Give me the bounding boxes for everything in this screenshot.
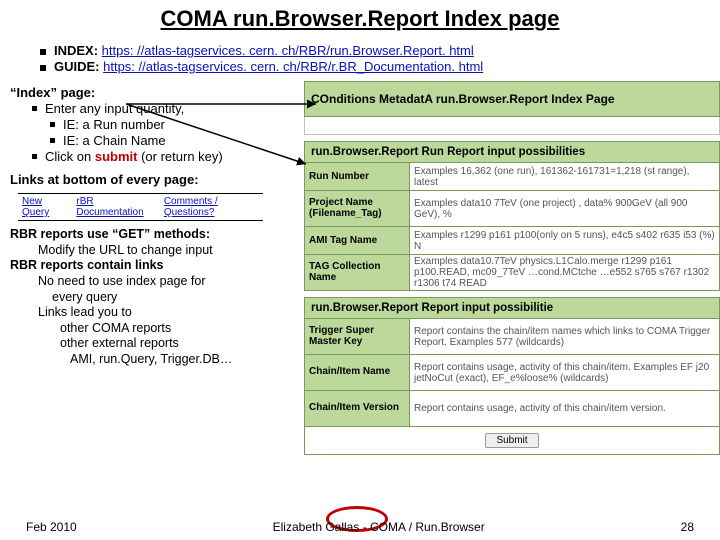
click-prefix: Click on [45,149,95,164]
panel-sub-blank [304,117,720,135]
click-suffix: (or return key) [137,149,222,164]
bullet-icon [32,106,37,111]
rbrlinks-l6: other external reports [10,336,294,352]
index-row: INDEX: https: //atlas-tagservices. cern.… [40,43,690,58]
rbrlinks-l2: No need to use index page for [10,274,294,290]
rbrlinks-l5: other COMA reports [10,321,294,337]
label-chain-version: Chain/Item Version [305,391,410,426]
bullet-icon [50,122,55,127]
footer-page-number: 28 [681,520,694,534]
row-ami-tag: AMI Tag Name Examples r1299 p161 p100(on… [304,227,720,255]
left-column: “Index” page: Enter any input quantity, … [0,81,300,455]
links-doc[interactable]: rBR Documentation [76,196,153,218]
row-project-name: Project Name (Filename_Tag) Examples dat… [304,191,720,227]
slide-title: COMA run.Browser.Report Index page [0,0,720,40]
val-chain-name[interactable]: Report contains usage, act​ivity of this… [410,355,719,390]
ie-chain-row: IE: a Chain Name [10,133,294,148]
label-project-name: Project Name (Filename_Tag) [305,191,410,226]
guide-link[interactable]: https: //atlas-tagservices. cern. ch/RBR… [103,59,483,74]
val-ami-tag[interactable]: Examples r1299 p161 p100(only on 5 runs)… [410,227,719,254]
panel-title: COnditions MetadatA run.Browser.Report I… [304,81,720,117]
rbrget-l2: Modify the URL to change input [10,243,294,259]
bullet-icon [40,65,46,71]
label-tag-collection: TAG Collection Name [305,255,410,290]
links-comments[interactable]: Comments / Questions? [164,196,259,218]
index-heading: “Index” page: [10,85,294,100]
rbrlinks-l7: AMI, run.Query, Trigger.DB… [10,352,294,368]
notes-block: RBR reports use “GET” methods: Modify th… [10,227,294,368]
val-smk[interactable]: Report contains the chain/item names whi… [410,319,719,354]
submit-wrap: Submit [304,427,720,455]
rbrlinks-h: RBR reports contain links [10,258,294,274]
guide-label: GUIDE: [54,59,103,74]
bullet-icon [50,138,55,143]
label-chain-name: Chain/Item Name [305,355,410,390]
val-project-name[interactable]: Examples data10 7TeV (one project) , dat… [410,191,719,226]
row-tag-collection: TAG Collection Name Examples data10.7TeV… [304,255,720,291]
chain-report-header: run.Browser.Report Report input possibil… [304,297,720,319]
right-column: COnditions MetadatA run.Browser.Report I… [300,81,720,455]
val-chain-version[interactable]: Report contains usage, activity of this … [410,391,719,426]
row-run-number: Run Number Examples 16,362 (one run), 16… [304,163,720,191]
links-bar: New Query rBR Documentation Comments / Q… [18,193,263,221]
links-new-query[interactable]: New Query [22,196,66,218]
run-report-header: run.Browser.Report Run Report input poss… [304,141,720,163]
click-row: Click on submit (or return key) [10,149,294,164]
footer: Feb 2010 Elizabeth Gallas - COMA / Run.B… [0,520,720,534]
ie-chain-text: IE: a Chain Name [63,133,166,148]
guide-row: GUIDE: https: //atlas-tagservices. cern.… [40,59,690,74]
slide-root: COMA run.Browser.Report Index page INDEX… [0,0,720,540]
url-block: INDEX: https: //atlas-tagservices. cern.… [0,40,720,81]
label-smk: Trigger Super Master Key [305,319,410,354]
footer-date: Feb 2010 [26,520,77,534]
links-heading: Links at bottom of every page: [10,172,294,187]
enter-text: Enter any input quantity, [45,101,184,116]
ie-run-text: IE: a Run number [63,117,165,132]
row-chain-name: Chain/Item Name Report contains usage, a… [304,355,720,391]
rbrget-h: RBR reports use “GET” methods: [10,227,294,243]
submit-word: submit [95,149,138,164]
footer-author: Elizabeth Gallas - COMA / Run.Browser [273,520,485,534]
bullet-icon [32,154,37,159]
label-run-number: Run Number [305,163,410,190]
bullet-icon [40,49,46,55]
val-run-number[interactable]: Examples 16,362 (one run), 161362-161731… [410,163,719,190]
index-label: INDEX: [54,43,102,58]
val-tag-collection[interactable]: Examples data10.7TeV physics.L1Calo.merg… [410,255,719,290]
rbrlinks-l3: every query [10,290,294,306]
submit-button[interactable]: Submit [485,433,538,448]
row-chain-version: Chain/Item Version Report contains usage… [304,391,720,427]
row-smk: Trigger Super Master Key Report contains… [304,319,720,355]
label-ami-tag: AMI Tag Name [305,227,410,254]
ie-run-row: IE: a Run number [10,117,294,132]
rbrlinks-l4: Links lead you to [10,305,294,321]
index-link[interactable]: https: //atlas-tagservices. cern. ch/RBR… [102,43,474,58]
enter-row: Enter any input quantity, [10,101,294,116]
